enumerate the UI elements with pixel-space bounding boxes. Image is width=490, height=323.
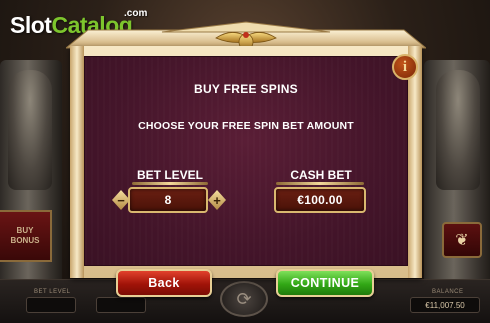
- continue-button[interactable]: CONTINUE: [276, 269, 374, 297]
- info-button[interactable]: i: [392, 54, 418, 80]
- right-statue: [436, 70, 480, 190]
- buy-bonus-button[interactable]: BUY BONUS: [0, 210, 52, 262]
- bet-level-underline: [132, 182, 208, 185]
- minus-icon: −: [117, 192, 125, 208]
- cash-bet-label: CASH BET: [290, 168, 352, 182]
- bottom-bet-box-2: [96, 297, 146, 313]
- logo-slot: Slot: [10, 12, 52, 38]
- buy-free-spins-dialog: i BUY FREE SPINS CHOOSE YOUR FREE SPIN B…: [66, 20, 426, 297]
- logo-com: .com: [124, 8, 148, 19]
- bet-level-label: BET LEVEL: [136, 168, 203, 182]
- spin-icon: ⟳: [236, 288, 252, 309]
- balance-value: €11,007.50: [410, 297, 480, 313]
- cash-bet-underline: [276, 182, 364, 185]
- bottom-bet-label: BET LEVEL: [34, 289, 71, 295]
- back-button[interactable]: Back: [116, 269, 212, 297]
- bet-level-increase-button[interactable]: +: [206, 186, 228, 214]
- leaf-button[interactable]: ❦: [442, 222, 482, 258]
- dialog-title: BUY FREE SPINS: [193, 82, 298, 96]
- bottom-bar: BET LEVEL ⟳ BALANCE €11,007.50: [0, 279, 490, 323]
- bet-level-value: 8: [128, 187, 208, 213]
- frame-column-right: [408, 46, 422, 278]
- buy-bonus-line1: BUY: [16, 226, 34, 236]
- plus-icon: +: [213, 192, 221, 208]
- balance-label: BALANCE: [432, 289, 464, 295]
- cash-bet-value: €100.00: [274, 187, 366, 213]
- info-icon: i: [402, 58, 408, 75]
- left-statue: [8, 70, 52, 190]
- frame-column-left: [70, 46, 84, 278]
- dialog-subtitle: CHOOSE YOUR FREE SPIN BET AMOUNT: [138, 120, 354, 132]
- leaf-icon: ❦: [455, 232, 469, 249]
- spin-button[interactable]: ⟳: [220, 281, 268, 317]
- bottom-bet-box: [26, 297, 76, 313]
- buy-bonus-line2: BONUS: [10, 236, 40, 245]
